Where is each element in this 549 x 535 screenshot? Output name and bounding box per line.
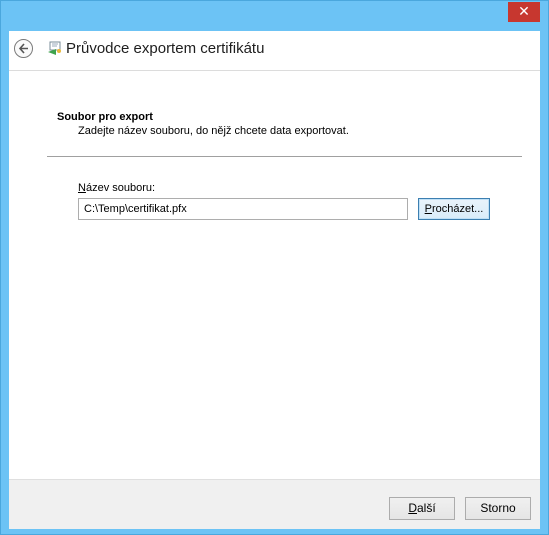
browse-label: rocházet... (431, 203, 484, 215)
next-button[interactable]: Další (389, 497, 455, 520)
wizard-footer: Další Storno (9, 479, 540, 529)
filename-label-text: ázev souboru: (85, 182, 156, 194)
separator (47, 156, 522, 157)
back-button[interactable] (14, 39, 33, 58)
next-label: alší (416, 501, 436, 515)
cancel-button[interactable]: Storno (465, 497, 531, 520)
wizard-window: ✕ Průvodce exportem certifikátu Soubor p… (0, 0, 549, 535)
filename-input[interactable] (78, 198, 408, 220)
section-description: Zadejte název souboru, do nějž chcete da… (78, 125, 349, 137)
wizard-title: Průvodce exportem certifikátu (66, 40, 265, 57)
browse-accel: P (424, 203, 432, 215)
close-icon: ✕ (518, 4, 530, 20)
close-button[interactable]: ✕ (508, 2, 540, 22)
back-arrow-icon (18, 43, 28, 54)
wizard-header: Průvodce exportem certifikátu (9, 31, 540, 70)
browse-button[interactable]: Procházet... (418, 198, 490, 220)
wizard-content: Soubor pro export Zadejte název souboru,… (9, 70, 540, 480)
next-accel: D (408, 501, 417, 515)
section-title: Soubor pro export (57, 111, 153, 123)
certificate-wizard-icon (48, 41, 61, 55)
filename-label-accel: N (78, 182, 86, 194)
filename-label: Název souboru: (78, 182, 155, 194)
